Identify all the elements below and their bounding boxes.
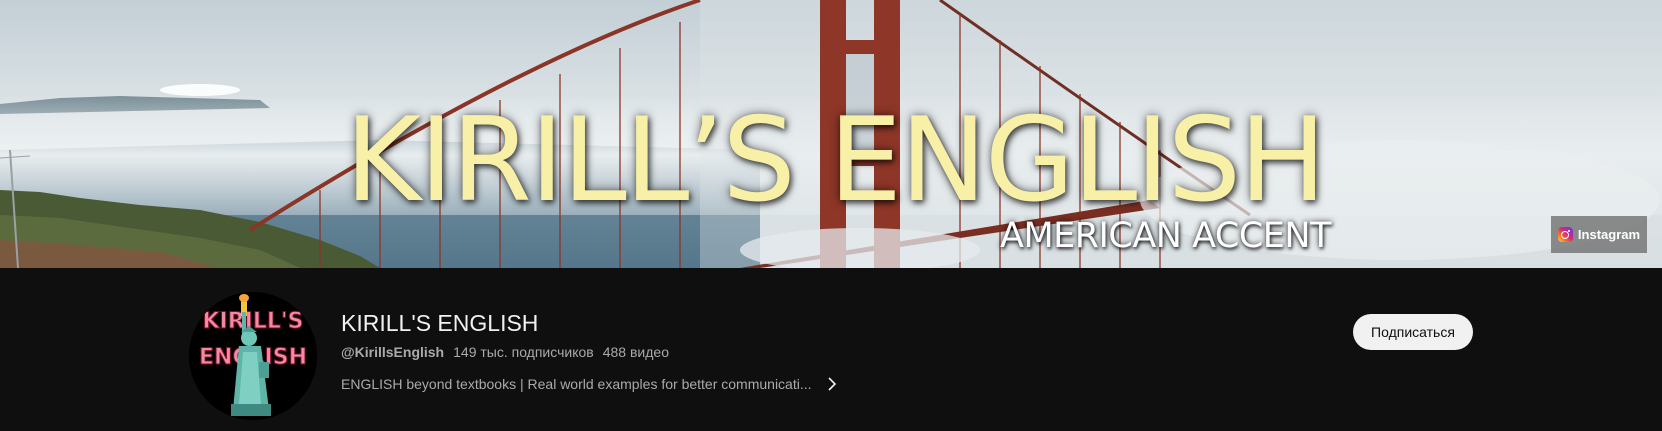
banner-title: KIRILL’S ENGLISH [345,93,1326,228]
banner-subtitle: AMERICAN ACCENT [1000,216,1331,256]
channel-description-text: ENGLISH beyond textbooks | Real world ex… [341,376,812,392]
channel-meta: @KirillsEnglish 149 тыс. подписчиков 488… [341,342,669,362]
channel-page: KIRILL’S ENGLISH AMERICAN ACCENT Instagr… [0,0,1662,431]
channel-description[interactable]: ENGLISH beyond textbooks | Real world ex… [341,373,841,395]
subscriber-count: 149 тыс. подписчиков [453,344,594,360]
chevron-right-icon [826,376,838,392]
avatar-logo: KIRILL'S ENGLISH [189,292,317,420]
instagram-icon [1557,227,1573,242]
channel-banner: KIRILL’S ENGLISH AMERICAN ACCENT Instagr… [0,0,1662,268]
instagram-link[interactable]: Instagram [1551,216,1647,253]
instagram-link-label: Instagram [1577,227,1641,242]
video-count: 488 видео [602,344,669,360]
subscribe-button[interactable]: Подписаться [1353,314,1473,350]
channel-avatar[interactable]: KIRILL'S ENGLISH [189,292,317,420]
channel-handle: @KirillsEnglish [341,344,445,360]
channel-name: KIRILL'S ENGLISH [341,310,539,336]
